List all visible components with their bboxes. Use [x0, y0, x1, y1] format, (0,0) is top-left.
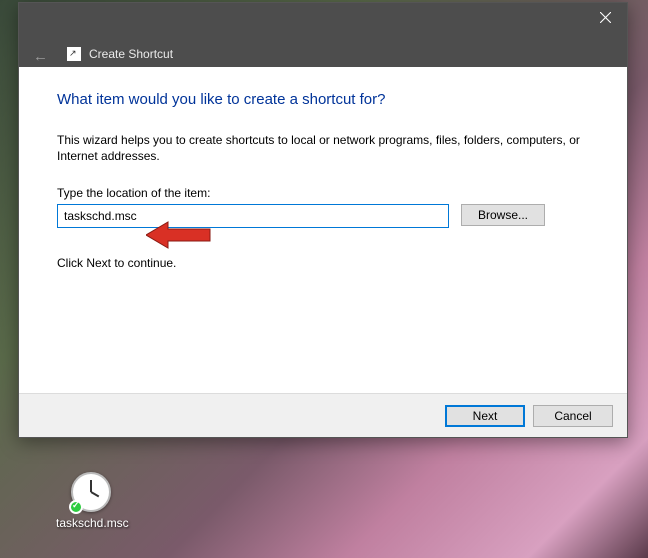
- location-label: Type the location of the item:: [57, 186, 589, 200]
- close-button[interactable]: [583, 3, 627, 31]
- browse-button[interactable]: Browse...: [461, 204, 545, 226]
- dialog-footer: Next Cancel: [19, 393, 627, 437]
- next-button[interactable]: Next: [445, 405, 525, 427]
- dialog-content: What item would you like to create a sho…: [19, 67, 627, 393]
- titlebar: ← Create Shortcut: [19, 3, 627, 67]
- shortcut-title-icon: [67, 47, 81, 61]
- cancel-button[interactable]: Cancel: [533, 405, 613, 427]
- page-heading: What item would you like to create a sho…: [57, 91, 589, 108]
- location-row: Browse...: [57, 204, 589, 228]
- description-text: This wizard helps you to create shortcut…: [57, 132, 589, 164]
- create-shortcut-dialog: ← Create Shortcut What item would you li…: [18, 2, 628, 438]
- close-icon: [600, 12, 611, 23]
- desktop-shortcut-label: taskschd.msc: [56, 516, 126, 530]
- check-badge-icon: [69, 500, 83, 514]
- continue-hint: Click Next to continue.: [57, 256, 589, 270]
- task-scheduler-icon: [71, 472, 111, 512]
- back-arrow-icon: ←: [33, 49, 48, 64]
- desktop-shortcut[interactable]: taskschd.msc: [56, 472, 126, 530]
- location-input[interactable]: [57, 204, 449, 228]
- window-title: Create Shortcut: [89, 47, 173, 61]
